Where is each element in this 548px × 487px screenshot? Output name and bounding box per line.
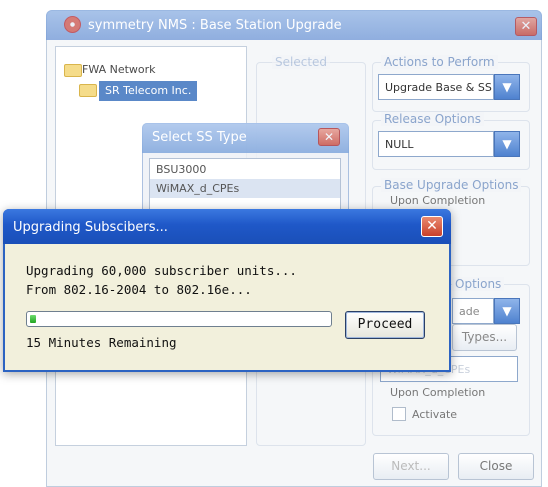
ss-type-item[interactable]: WiMAX_d_CPEs [156,182,239,195]
tree-item-sr-telecom[interactable]: SR Telecom Inc. [99,81,198,101]
close-button[interactable]: Close [458,453,534,480]
ss-action-combo[interactable]: ade [452,298,494,324]
actions-group-label: Actions to Perform [381,55,498,69]
proceed-button[interactable]: Proceed [345,311,425,339]
upgrade-message-line1: Upgrading 60,000 subscriber units... [26,263,297,278]
base-upgrade-group-label: Base Upgrade Options [381,178,522,192]
next-button[interactable]: Next... [373,453,449,480]
main-close-button[interactable]: ✕ [515,17,537,36]
upgrade-progress-bar [26,311,332,327]
progress-fill [30,315,36,323]
release-combo[interactable]: NULL [378,131,494,157]
chevron-down-icon[interactable]: ▼ [494,74,520,100]
ss-type-item[interactable]: BSU3000 [156,163,206,176]
app-logo-icon [64,16,81,33]
chevron-down-icon[interactable]: ▼ [494,131,520,157]
select-types-button[interactable]: Types... [452,324,517,351]
upgrade-close-button[interactable]: ✕ [421,216,443,237]
release-group-label: Release Options [381,112,485,126]
time-remaining-label: 15 Minutes Remaining [26,335,177,350]
tree-item-fwa-network[interactable]: FWA Network [82,63,156,76]
ss-options-group-label: Options [452,277,505,291]
activate-label: Activate [412,408,458,421]
base-upon-completion-label: Upon Completion [390,194,486,207]
upgrade-dialog-title: Upgrading Subscibers... [13,220,168,235]
ss-upon-completion-label: Upon Completion [390,386,486,399]
folder-open-icon [64,64,82,77]
activate-checkbox[interactable] [392,407,406,421]
select-ss-type-title: Select SS Type [152,130,247,145]
selected-group-label: Selected [272,55,331,69]
main-window-title: symmetry NMS : Base Station Upgrade [88,18,342,33]
actions-combo[interactable]: Upgrade Base & SS [378,74,494,100]
chevron-down-icon[interactable]: ▼ [494,298,520,324]
upgrade-message-line2: From 802.16-2004 to 802.16e... [26,282,252,297]
folder-icon [79,84,97,97]
select-ss-close-button[interactable]: ✕ [318,128,340,146]
